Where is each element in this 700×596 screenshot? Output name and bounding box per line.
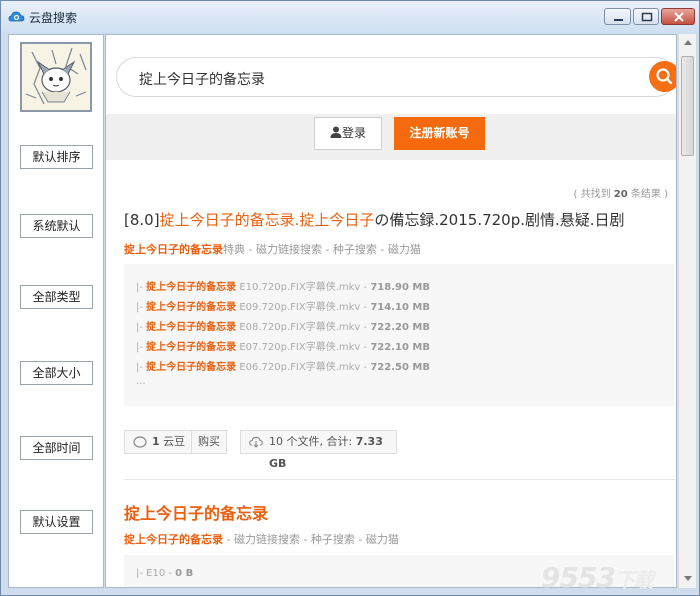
price-label: 1 云豆 [152,435,186,448]
sidebar: 默认排序 系统默认 全部类型 全部大小 全部时间 默认设置 [8,34,104,588]
file-row[interactable]: |- 掟上今日子的备忘录 E08.720p.FIX字幕侠.mkv - 722.2… [136,318,430,333]
scroll-up-icon[interactable] [684,40,692,45]
app-window: 云盘搜索 默认排序 系统默认 全部类型 全部大小 全部时间 默认设置 掟上今日子… [0,0,700,596]
search-input[interactable]: 掟上今日子的备忘录 [116,57,676,97]
search-button[interactable] [649,61,676,92]
title-bar[interactable]: 云盘搜索 [1,1,699,33]
results-panel: 掟上今日子的备忘录 登录 注册新账号 ( 共找到 20 条结果 ) [8.0]掟… [105,34,677,588]
sort-default-button[interactable]: 默认排序 [20,145,93,169]
close-button[interactable] [661,8,695,25]
more-files-ellipsis: ... [136,376,146,387]
watermark-logo: 9553下载 [541,561,654,594]
result-title-link[interactable]: 掟上今日子的备忘录 [124,500,268,524]
minimize-button[interactable] [604,8,631,25]
cartoon-character-avatar [22,44,90,110]
scroll-down-icon[interactable] [684,576,692,581]
result-meta: 掟上今日子的备忘录 - 磁力链接搜索 - 种子搜索 - 磁力猫 [124,533,399,546]
all-types-button[interactable]: 全部类型 [20,285,93,309]
close-icon [674,12,684,22]
scroll-thumb[interactable] [681,56,694,156]
default-settings-button[interactable]: 默认设置 [20,510,93,534]
window-title: 云盘搜索 [29,11,78,25]
result-title-link[interactable]: [8.0]掟上今日子的备忘录.掟上今日子の備忘録.2015.720p.剧情.悬疑… [124,209,625,230]
cloud-search-icon [8,9,25,24]
file-summary: 10 个文件, 合计: 7.33 GB [269,435,383,470]
all-time-button[interactable]: 全部时间 [20,436,93,460]
result-divider [124,479,675,480]
file-row[interactable]: |- 掟上今日子的备忘录 E09.720p.FIX字幕侠.mkv - 714.1… [136,298,430,313]
all-sizes-button[interactable]: 全部大小 [20,361,93,385]
file-row[interactable]: |- E10 - 0 B [136,568,193,579]
file-row[interactable]: |- 掟上今日子的备忘录 E07.720p.FIX字幕侠.mkv - 722.1… [136,338,430,353]
avatar[interactable] [20,42,92,112]
login-label: 登录 [341,126,366,140]
minimize-icon [614,19,623,21]
login-button[interactable]: 登录 [314,117,382,150]
system-default-button[interactable]: 系统默认 [20,214,93,238]
result-count: ( 共找到 20 条结果 ) [573,189,668,200]
file-summary-box: 10 个文件, 合计: 7.33 GB [240,430,397,470]
maximize-icon [641,12,653,22]
file-row[interactable]: |- 掟上今日子的备忘录 E10.720p.FIX字幕侠.mkv - 718.9… [136,278,430,293]
auth-bar [106,114,676,160]
buy-button[interactable]: 购买 [198,431,220,453]
result-meta: 掟上今日子的备忘录特典 - 磁力链接搜索 - 种子搜索 - 磁力猫 [124,243,421,256]
search-query[interactable]: 掟上今日子的备忘录 [139,69,265,89]
maximize-button[interactable] [633,8,659,25]
price-buy-box: 1 云豆 购买 [124,430,227,454]
user-icon [330,126,342,138]
register-button[interactable]: 注册新账号 [394,117,485,150]
file-list: |- 掟上今日子的备忘录 E10.720p.FIX字幕侠.mkv - 718.9… [124,264,675,406]
search-icon [656,68,673,85]
cloud-download-icon [249,436,263,448]
vertical-scrollbar[interactable] [678,34,696,588]
file-row[interactable]: |- 掟上今日子的备忘录 E06.720p.FIX字幕侠.mkv - 722.5… [136,358,430,373]
coin-icon [133,436,147,448]
